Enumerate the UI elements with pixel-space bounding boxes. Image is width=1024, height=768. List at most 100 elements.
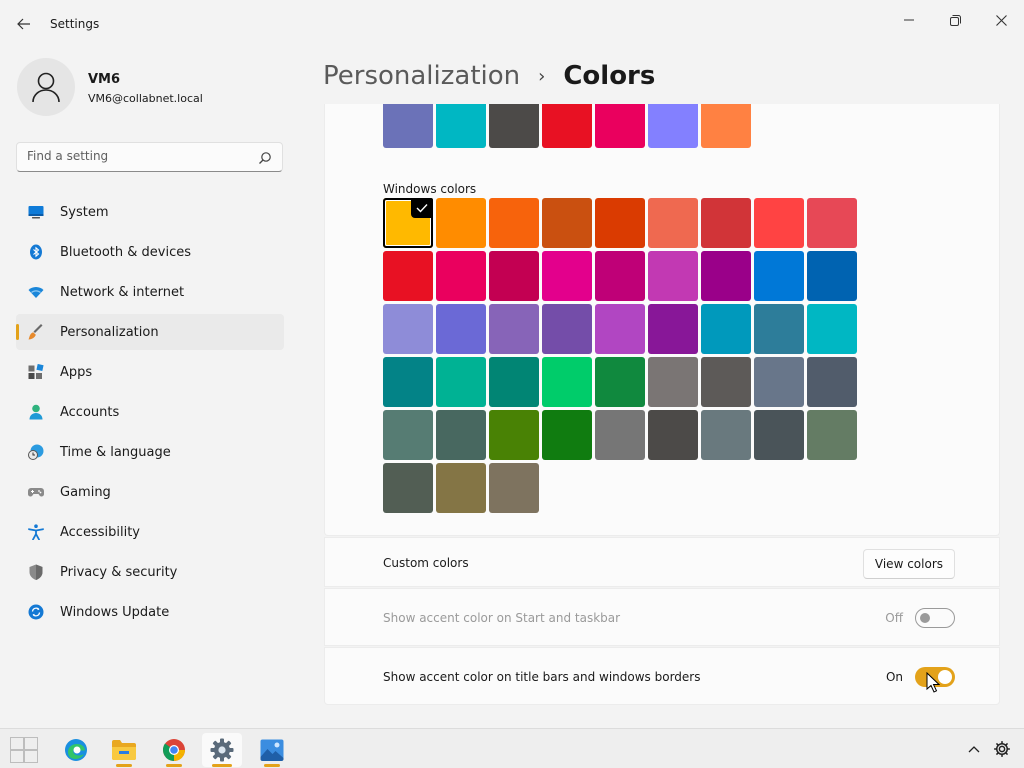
breadcrumb-parent[interactable]: Personalization (323, 61, 520, 91)
avatar[interactable] (17, 58, 75, 116)
sidebar-item-gaming[interactable]: Gaming (16, 474, 284, 510)
color-swatch[interactable] (383, 410, 433, 460)
view-colors-button[interactable]: View colors (862, 549, 955, 579)
color-swatch[interactable] (436, 198, 486, 248)
color-swatch[interactable] (648, 410, 698, 460)
restore-button[interactable] (932, 4, 978, 36)
color-swatch[interactable] (648, 251, 698, 301)
color-swatch[interactable] (542, 304, 592, 354)
user-name: VM6 (88, 72, 121, 87)
accessibility-icon (28, 524, 44, 540)
color-swatch[interactable] (701, 251, 751, 301)
color-swatch[interactable] (436, 410, 486, 460)
accent-start-taskbar-toggle[interactable] (915, 608, 955, 628)
accounts-icon (29, 404, 43, 420)
restore-icon (949, 14, 961, 26)
recent-color-swatch[interactable] (542, 104, 592, 148)
sidebar-item-accounts[interactable]: Accounts (16, 394, 284, 430)
sidebar-item-accessibility[interactable]: Accessibility (16, 514, 284, 550)
search-box[interactable] (16, 142, 283, 172)
color-swatch[interactable] (436, 463, 486, 513)
color-swatch[interactable] (436, 357, 486, 407)
sidebar-item-network[interactable]: Network & internet (16, 274, 284, 310)
taskbar-settings[interactable] (202, 733, 242, 767)
color-swatch[interactable] (754, 198, 804, 248)
color-swatch[interactable] (436, 304, 486, 354)
color-swatch[interactable] (383, 357, 433, 407)
taskbar-chrome[interactable] (154, 733, 194, 767)
recent-color-swatch[interactable] (648, 104, 698, 148)
color-swatch[interactable] (595, 357, 645, 407)
color-swatch[interactable] (701, 357, 751, 407)
sidebar-nav: System Bluetooth & devices Network & int… (16, 194, 284, 634)
color-swatch[interactable] (701, 304, 751, 354)
color-swatch[interactable] (489, 251, 539, 301)
minimize-button[interactable] (886, 4, 932, 36)
sidebar-item-time-language[interactable]: Time & language (16, 434, 284, 470)
checkmark-icon (411, 198, 433, 218)
color-swatch[interactable] (542, 251, 592, 301)
color-swatch[interactable] (542, 198, 592, 248)
color-swatch[interactable] (754, 251, 804, 301)
color-swatch[interactable] (542, 357, 592, 407)
sidebar-item-bluetooth[interactable]: Bluetooth & devices (16, 234, 284, 270)
color-swatch[interactable] (542, 410, 592, 460)
title-bar: Settings (0, 0, 1024, 48)
close-button[interactable] (978, 4, 1024, 36)
tray-settings-button[interactable] (990, 738, 1014, 760)
accent-titlebars-label: Show accent color on title bars and wind… (383, 670, 701, 684)
color-swatch[interactable] (595, 251, 645, 301)
recent-color-swatch[interactable] (489, 104, 539, 148)
search-icon (259, 152, 271, 164)
color-swatch[interactable] (383, 304, 433, 354)
windows-colors-grid (383, 198, 863, 516)
recent-color-swatch[interactable] (383, 104, 433, 148)
color-swatch[interactable] (595, 410, 645, 460)
color-swatch[interactable] (701, 198, 751, 248)
color-swatch[interactable] (754, 357, 804, 407)
taskbar-file-explorer[interactable] (104, 733, 144, 767)
sidebar-item-label: Windows Update (60, 605, 170, 620)
color-swatch[interactable] (807, 357, 857, 407)
color-swatch[interactable] (648, 198, 698, 248)
color-swatch[interactable] (489, 410, 539, 460)
sidebar-item-apps[interactable]: Apps (16, 354, 284, 390)
sidebar-item-privacy-security[interactable]: Privacy & security (16, 554, 284, 590)
recent-color-swatch[interactable] (436, 104, 486, 148)
color-swatch[interactable] (807, 198, 857, 248)
search-input[interactable] (27, 149, 247, 163)
color-swatch[interactable] (595, 304, 645, 354)
show-hidden-icons-button[interactable] (962, 739, 986, 759)
start-button[interactable] (4, 733, 44, 767)
taskbar (0, 728, 1024, 768)
recent-color-swatch[interactable] (701, 104, 751, 148)
recent-color-swatch[interactable] (595, 104, 645, 148)
color-swatch[interactable] (383, 198, 433, 248)
color-swatch[interactable] (595, 198, 645, 248)
taskbar-photos[interactable] (252, 733, 292, 767)
color-swatch[interactable] (489, 463, 539, 513)
color-swatch[interactable] (754, 304, 804, 354)
back-button[interactable] (10, 10, 38, 38)
sidebar-item-windows-update[interactable]: Windows Update (16, 594, 284, 630)
update-icon (28, 604, 44, 620)
color-swatch[interactable] (489, 357, 539, 407)
color-swatch[interactable] (807, 304, 857, 354)
color-swatch[interactable] (701, 410, 751, 460)
toggle-knob (920, 613, 930, 623)
color-swatch[interactable] (383, 251, 433, 301)
sidebar-item-personalization[interactable]: Personalization (16, 314, 284, 350)
color-swatch[interactable] (648, 304, 698, 354)
color-swatch[interactable] (754, 410, 804, 460)
sidebar-item-system[interactable]: System (16, 194, 284, 230)
color-swatch[interactable] (489, 304, 539, 354)
color-swatch[interactable] (807, 251, 857, 301)
gear-icon (210, 738, 234, 762)
color-swatch[interactable] (489, 198, 539, 248)
taskbar-edge[interactable] (56, 733, 96, 767)
color-swatch[interactable] (383, 463, 433, 513)
color-swatch[interactable] (648, 357, 698, 407)
breadcrumb-separator: › (538, 65, 546, 87)
color-swatch[interactable] (436, 251, 486, 301)
color-swatch[interactable] (807, 410, 857, 460)
